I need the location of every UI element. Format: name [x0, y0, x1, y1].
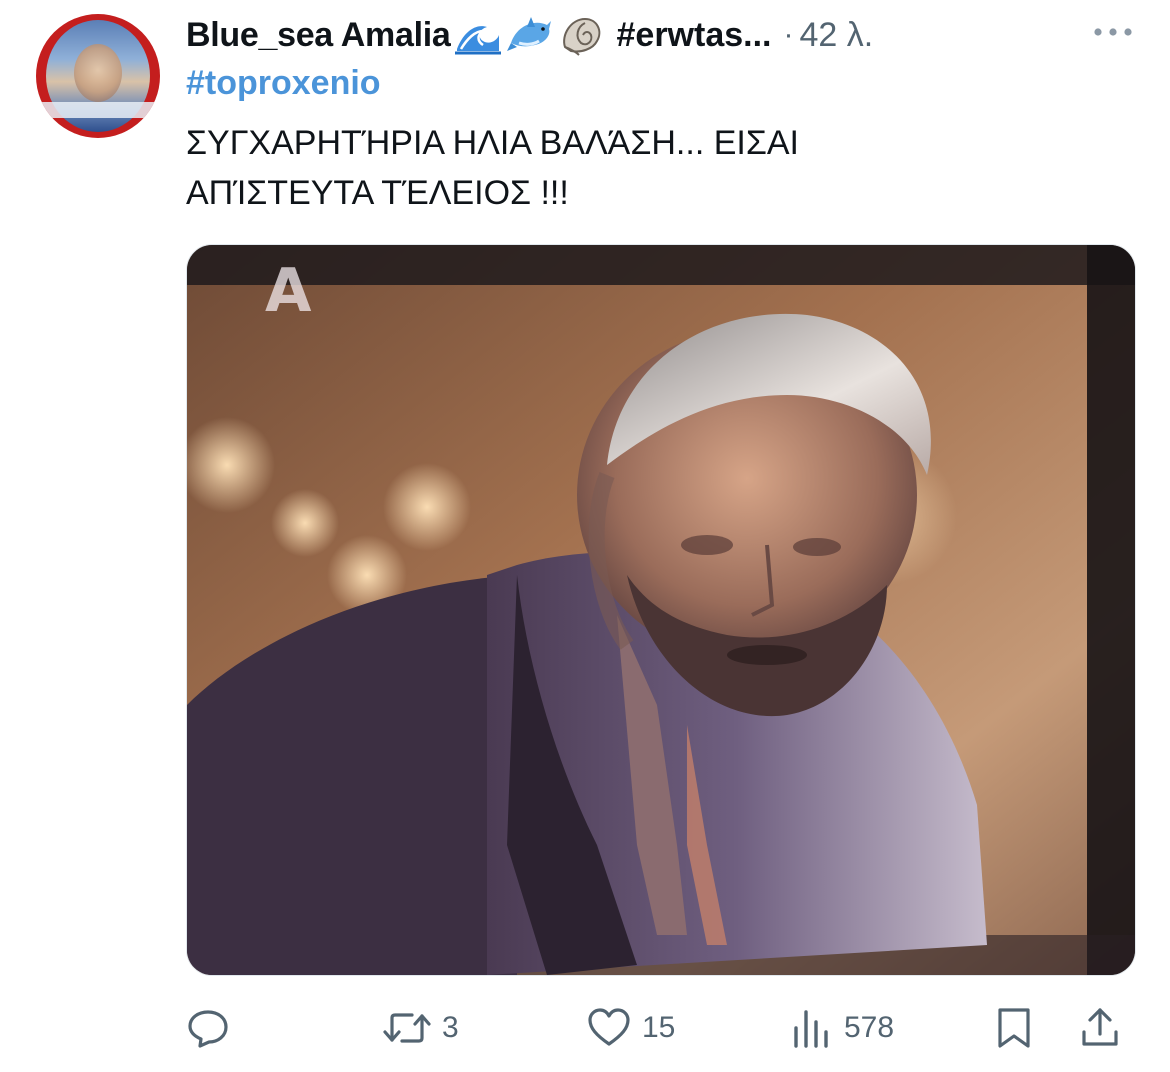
retweet-count: 3	[442, 1011, 459, 1044]
tweet[interactable]: Blue_sea Amalia #erwtas... · 42 λ. #topr…	[0, 0, 1170, 1072]
views-button[interactable]: 578	[788, 1000, 894, 1056]
tweet-text-line-1: ΣΥΓΧΑΡΗΤΉΡΙΑ ΗΛΙΑ ΒΑΛΆΣΗ... ΕΙΣΑΙ	[186, 124, 799, 162]
share-button[interactable]	[1080, 1000, 1120, 1056]
tweet-text-line-2: ΑΠΊΣΤΕΥΤΑ ΤΈΛΕΙΟΣ !!!	[186, 174, 569, 212]
handle[interactable]: #erwtas...	[617, 16, 772, 55]
action-bar: 3 15 578	[186, 1000, 1134, 1056]
avatar-face	[74, 44, 122, 102]
bookmark-button[interactable]	[994, 1000, 1034, 1056]
more-options-icon[interactable]	[1090, 22, 1136, 42]
views-count: 578	[844, 1011, 895, 1044]
hashtag-link[interactable]: #toproxenio	[186, 64, 381, 103]
retweet-icon	[383, 1013, 431, 1043]
tweet-text: ΣΥΓΧΑΡΗΤΉΡΙΑ ΗΛΙΑ ΒΑΛΆΣΗ... ΕΙΣΑΙ ΑΠΊΣΤΕ…	[186, 118, 1086, 218]
channel-watermark: A	[265, 256, 312, 326]
like-button[interactable]: 15	[586, 1000, 675, 1056]
wave-emoji-icon	[454, 26, 501, 55]
share-icon	[1082, 1008, 1118, 1046]
reply-icon	[188, 1010, 228, 1048]
heart-icon	[588, 1008, 630, 1046]
tv-screen-photo: A	[187, 245, 1135, 975]
like-count: 15	[642, 1011, 676, 1044]
tweet-photo[interactable]: A	[186, 244, 1136, 976]
display-name[interactable]: Blue_sea Amalia	[186, 16, 451, 55]
tweet-header: Blue_sea Amalia #erwtas... · 42 λ.	[186, 10, 1086, 60]
timestamp[interactable]: 42 λ.	[799, 16, 873, 55]
views-icon	[794, 1010, 828, 1048]
reply-button[interactable]	[186, 1000, 240, 1056]
retweet-button[interactable]: 3	[382, 1000, 459, 1056]
bookmark-icon	[998, 1008, 1030, 1048]
avatar[interactable]	[36, 14, 160, 138]
shell-emoji-icon	[562, 17, 600, 56]
dolphin-emoji-icon	[506, 17, 551, 51]
separator-dot: ·	[783, 18, 794, 51]
avatar-band	[36, 102, 160, 118]
